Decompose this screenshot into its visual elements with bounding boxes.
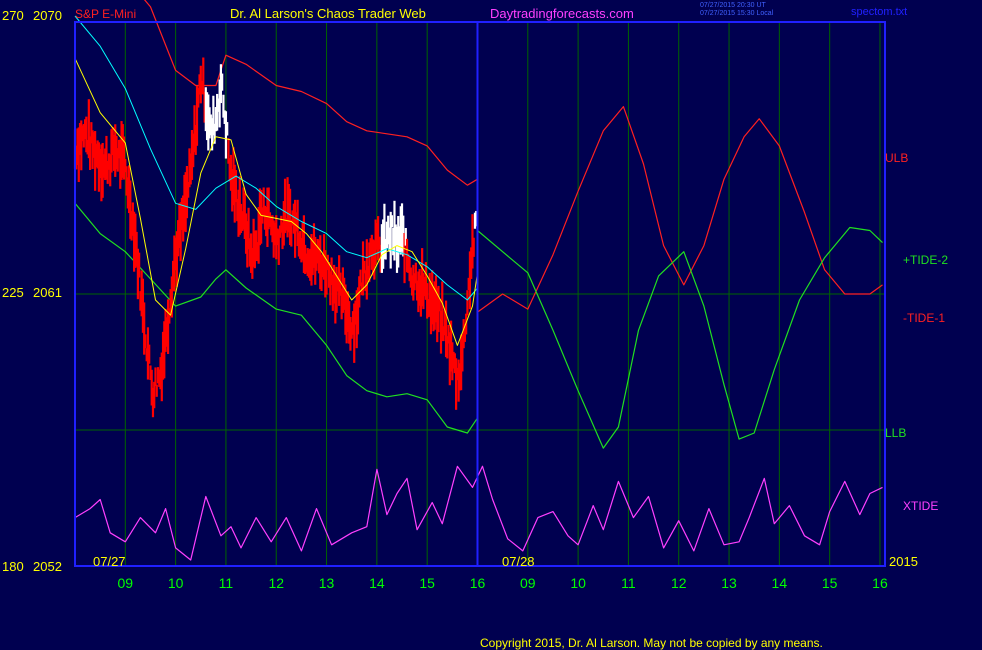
chart-background [0,0,982,650]
update-time-ut: 07/27/2015 20:30 UT [700,2,766,9]
x-tick-label: 12 [268,575,284,591]
tide1-label: -TIDE-1 [903,311,945,325]
left-axis-bottom-price: 2052 [33,559,62,574]
website-link[interactable]: Daytradingforecasts.com [490,6,634,21]
x-tick-label: 14 [369,575,385,591]
x-tick-label: 09 [520,575,536,591]
site-title: Dr. Al Larson's Chaos Trader Web [230,6,426,21]
x-tick-label: 16 [872,575,888,591]
copyright-notice: Copyright 2015, Dr. Al Larson. May not b… [480,636,823,650]
x-tick-label: 09 [118,575,134,591]
year-label: 2015 [889,554,918,569]
instrument-label: S&P E-Mini [75,7,136,21]
x-tick-label: 13 [319,575,335,591]
update-time-local: 07/27/2015 15:30 Local [700,10,774,17]
tide2-label: +TIDE-2 [903,253,948,267]
x-tick-label: 12 [671,575,687,591]
x-tick-label: 14 [772,575,788,591]
llb-label: LLB [885,426,906,440]
xtide-label: XTIDE [903,499,938,513]
x-tick-label: 16 [470,575,486,591]
x-tick-label: 11 [621,575,636,591]
ulb-label: ULB [885,151,908,165]
x-tick-label: 11 [219,575,234,591]
chaos-trader-chart: 270 2070 S&P E-Mini Dr. Al Larson's Chao… [0,0,982,650]
date-label-second-day: 07/28 [502,554,535,569]
x-tick-label: 10 [168,575,184,591]
left-axis-top-osc: 270 [2,8,24,23]
left-axis-bottom-osc: 180 [2,559,24,574]
left-axis-top-price: 2070 [33,8,62,23]
left-axis-mid-osc: 225 [2,285,24,300]
x-tick-label: 10 [570,575,586,591]
file-name-label: spectom.txt [851,6,907,18]
x-tick-label: 13 [721,575,737,591]
left-axis-mid-price: 2061 [33,285,62,300]
x-tick-label: 15 [419,575,435,591]
date-label-first-day: 07/27 [93,554,126,569]
x-tick-label: 15 [822,575,838,591]
